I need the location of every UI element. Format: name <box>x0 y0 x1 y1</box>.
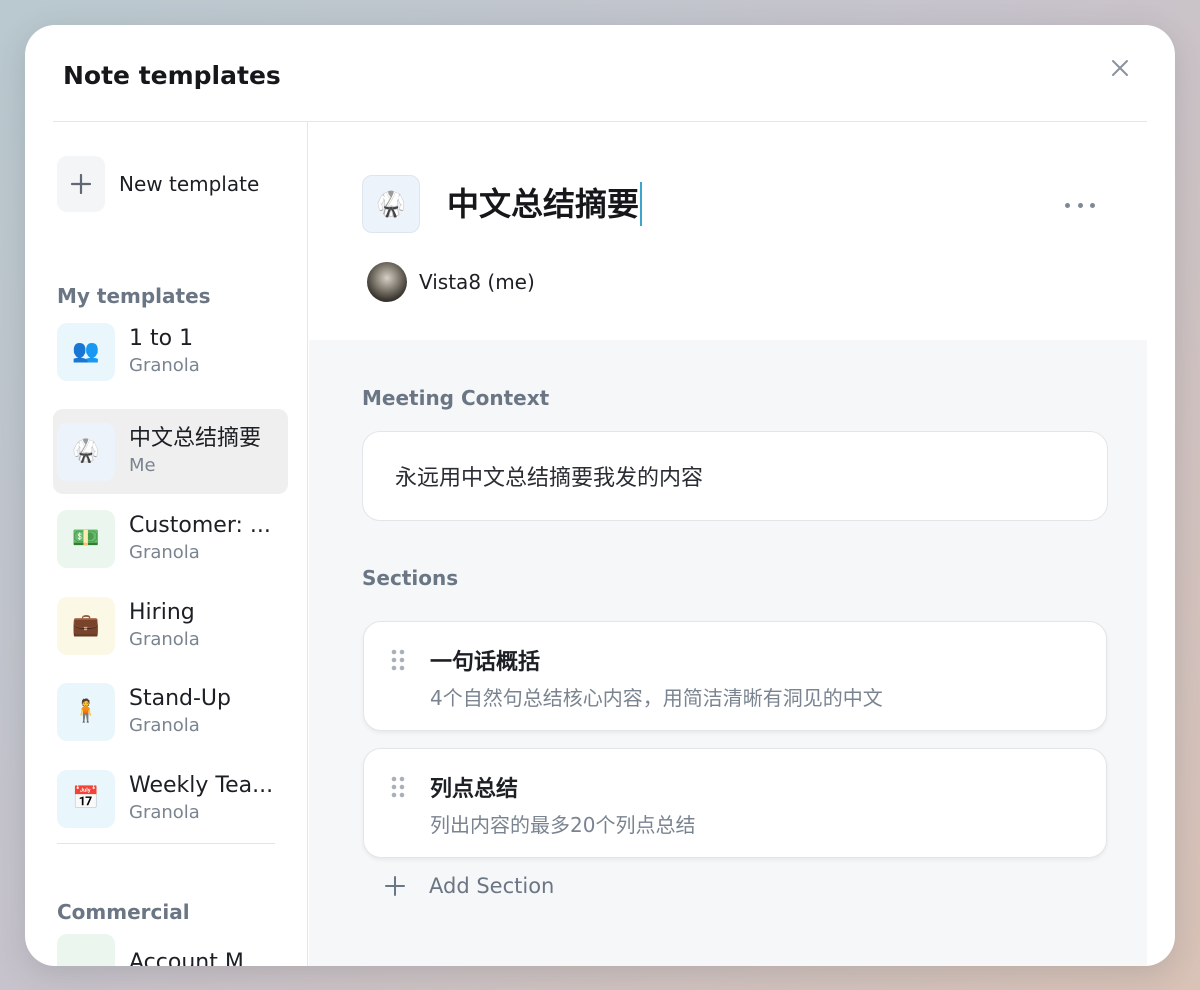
template-name: 1 to 1 <box>129 325 194 351</box>
template-body: Meeting Context 永远用中文总结摘要我发的内容 Sections … <box>309 340 1147 966</box>
drag-handle-icon[interactable] <box>390 775 406 799</box>
add-section-button[interactable]: Add Section <box>383 874 554 898</box>
template-name: Customer: ... <box>129 512 271 538</box>
meeting-context-label: Meeting Context <box>362 386 550 410</box>
calendar-icon: 📅 <box>57 769 115 828</box>
briefcase-icon: 💼 <box>57 596 115 655</box>
new-template-button[interactable]: New template <box>57 156 297 212</box>
standing-person-icon: 🧍 <box>57 682 115 741</box>
template-item-hiring[interactable]: 💼 Hiring Granola <box>53 583 288 668</box>
plus-icon <box>57 156 105 212</box>
template-item-chinese-summary[interactable]: 🥋 中文总结摘要 Me <box>53 409 288 494</box>
section-card[interactable]: 列点总结 列出内容的最多20个列点总结 <box>363 748 1107 858</box>
new-template-label: New template <box>119 172 260 196</box>
template-owner: Vista8 (me) <box>367 262 535 302</box>
section-description[interactable]: 列出内容的最多20个列点总结 <box>430 809 695 838</box>
template-title-input[interactable]: 中文总结摘要 <box>447 182 643 226</box>
template-name: Weekly Tea... <box>129 772 274 798</box>
modal-title: Note templates <box>63 61 281 90</box>
karate-uniform-icon: 🥋 <box>57 422 115 481</box>
template-name: Stand-Up <box>129 685 231 711</box>
meeting-context-input[interactable]: 永远用中文总结摘要我发的内容 <box>362 431 1108 521</box>
template-author: Me <box>129 454 156 476</box>
owner-name: Vista8 (me) <box>419 270 535 294</box>
template-author: Granola <box>129 354 200 376</box>
template-item-weekly-team[interactable]: 📅 Weekly Tea... Granola <box>53 756 288 841</box>
templates-sidebar: New template My templates 👥 1 to 1 Grano… <box>53 122 308 966</box>
my-templates-heading: My templates <box>57 284 211 308</box>
template-name: Hiring <box>129 599 195 625</box>
template-author: Granola <box>129 801 200 823</box>
add-section-label: Add Section <box>429 874 555 898</box>
section-title[interactable]: 列点总结 <box>430 771 518 803</box>
template-emoji: 🥋 <box>376 190 406 218</box>
template-author: Granola <box>129 541 200 563</box>
plus-icon <box>385 876 405 896</box>
template-author: Granola <box>129 628 200 650</box>
template-name: Account M... <box>129 949 265 967</box>
money-icon: 💵 <box>57 509 115 568</box>
template-icon <box>57 933 115 966</box>
close-icon[interactable] <box>1109 57 1131 79</box>
section-description[interactable]: 4个自然句总结核心内容，用简洁清晰有洞见的中文 <box>430 682 883 711</box>
sections-label: Sections <box>362 566 459 590</box>
template-item-1-to-1[interactable]: 👥 1 to 1 Granola <box>53 309 288 394</box>
section-title[interactable]: 一句话概括 <box>430 644 540 676</box>
template-author: Granola <box>129 714 200 736</box>
note-templates-modal: Note templates New template My templates… <box>25 25 1175 966</box>
avatar <box>367 262 407 302</box>
section-card[interactable]: 一句话概括 4个自然句总结核心内容，用简洁清晰有洞见的中文 <box>363 621 1107 731</box>
more-options-icon[interactable] <box>1065 195 1095 215</box>
template-item-stand-up[interactable]: 🧍 Stand-Up Granola <box>53 669 288 754</box>
karate-uniform-icon[interactable]: 🥋 <box>362 175 420 233</box>
template-header: 🥋 中文总结摘要 Vista8 (me) <box>309 122 1147 340</box>
sidebar-divider <box>57 843 275 844</box>
template-name: 中文总结摘要 <box>129 425 262 451</box>
drag-handle-icon[interactable] <box>390 648 406 672</box>
template-item-customer[interactable]: 💵 Customer: ... Granola <box>53 496 288 581</box>
people-icon: 👥 <box>57 322 115 381</box>
template-item-account-management[interactable]: Account M... <box>53 920 288 966</box>
template-editor: 🥋 中文总结摘要 Vista8 (me) Meeting Context 永远用… <box>309 122 1147 966</box>
